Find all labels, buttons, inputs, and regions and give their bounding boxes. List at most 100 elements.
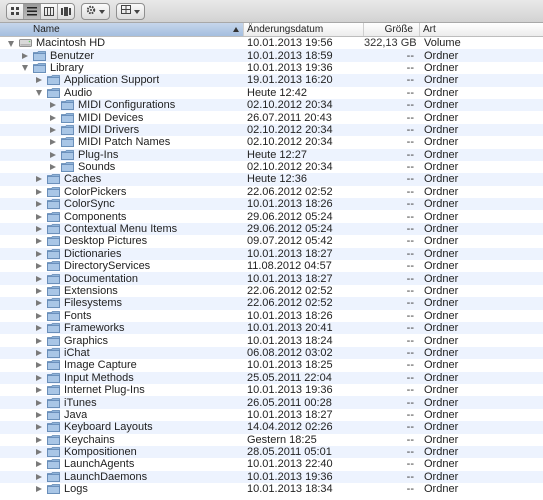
column-header-size[interactable]: Größe <box>364 23 420 36</box>
item-kind: Ordner <box>424 285 459 297</box>
table-row[interactable]: Image Capture 10.01.2013 18:25 -- Ordner <box>0 359 543 371</box>
disclosure-closed-icon[interactable] <box>50 126 56 133</box>
table-row[interactable]: MIDI Configurations 02.10.2012 20:34 -- Ord… <box>0 98 543 112</box>
table-row[interactable]: Application Support 19.01.2013 16:20 -- Ord… <box>0 74 543 87</box>
disclosure-closed-icon[interactable] <box>36 226 42 233</box>
view-mode-control <box>6 2 75 20</box>
table-row[interactable]: DirectoryServices 11.08.2012 04:57 -- Ordne… <box>0 260 543 272</box>
table-row[interactable]: Extensions 22.06.2012 02:52 -- Ordner <box>0 285 543 297</box>
disclosure-closed-icon[interactable] <box>50 139 56 146</box>
disclosure-closed-icon[interactable] <box>36 250 42 257</box>
list-view-icon[interactable] <box>24 3 41 19</box>
table-row[interactable]: Desktop Pictures 09.07.2012 05:42 -- Ordner <box>0 235 543 247</box>
table-row[interactable]: MIDI Devices 26.07.2011 20:43 -- Ordner <box>0 111 543 124</box>
disclosure-closed-icon[interactable] <box>50 102 56 109</box>
disclosure-closed-icon[interactable] <box>50 151 56 158</box>
column-header-kind[interactable]: Art <box>420 23 543 36</box>
disclosure-closed-icon[interactable] <box>36 436 42 443</box>
modified-date: 10.01.2013 18:26 <box>247 198 333 211</box>
item-name: ColorPickers <box>64 185 127 198</box>
action-menu-button[interactable] <box>81 2 110 20</box>
item-kind: Ordner <box>424 111 459 124</box>
table-row[interactable]: Fonts 10.01.2013 18:26 -- Ordner <box>0 310 543 322</box>
table-row[interactable]: LaunchAgents 10.01.2013 22:40 -- Ordner <box>0 458 543 470</box>
disclosure-closed-icon[interactable] <box>36 238 42 245</box>
disclosure-closed-icon[interactable] <box>36 387 42 394</box>
column-view-icon[interactable] <box>41 3 58 19</box>
folder-icon <box>47 372 60 383</box>
disclosure-closed-icon[interactable] <box>36 362 42 369</box>
table-row[interactable]: Keyboard Layouts 14.04.2012 02:26 -- Ordner <box>0 421 543 434</box>
table-row[interactable]: ColorPickers 22.06.2012 02:52 -- Ordner <box>0 186 543 198</box>
disclosure-closed-icon[interactable] <box>36 399 42 406</box>
table-row[interactable]: Graphics 10.01.2013 18:24 -- Ordner <box>0 334 543 347</box>
table-row[interactable]: iChat 06.08.2012 03:02 -- Ordner <box>0 346 543 360</box>
disclosure-closed-icon[interactable] <box>36 312 42 319</box>
disclosure-closed-icon[interactable] <box>36 411 42 418</box>
table-row[interactable]: Frameworks 10.01.2013 20:41 -- Ordner <box>0 321 543 335</box>
item-kind: Ordner <box>424 421 459 434</box>
modified-date: Heute 12:27 <box>247 148 307 161</box>
column-header-name[interactable]: Name <box>0 23 244 36</box>
disclosure-closed-icon[interactable] <box>36 188 42 195</box>
disclosure-closed-icon[interactable] <box>36 201 42 208</box>
column-header-bar: Name Änderungsdatum Größe Art <box>0 23 543 37</box>
table-row[interactable]: iTunes 26.05.2011 00:28 -- Ordner <box>0 396 543 409</box>
item-kind: Ordner <box>424 272 459 285</box>
modified-date: 10.01.2013 18:25 <box>247 359 333 372</box>
item-kind: Ordner <box>424 470 459 483</box>
disclosure-closed-icon[interactable] <box>36 337 42 344</box>
disclosure-closed-icon[interactable] <box>36 263 42 270</box>
table-row[interactable]: Plug-Ins Heute 12:27 -- Ordner <box>0 148 543 161</box>
disclosure-open-icon[interactable] <box>8 40 14 47</box>
table-row[interactable]: Filesystems 22.06.2012 02:52 -- Ordner <box>0 297 543 310</box>
disclosure-closed-icon[interactable] <box>36 449 42 456</box>
coverflow-view-icon[interactable] <box>58 3 74 19</box>
table-row[interactable]: Documentation 10.01.2013 18:27 -- Ordner <box>0 272 543 285</box>
table-row[interactable]: Internet Plug-Ins 10.01.2013 19:36 -- Ordne… <box>0 384 543 396</box>
modified-date: 22.06.2012 02:52 <box>247 185 333 198</box>
table-row[interactable]: MIDI Drivers 02.10.2012 20:34 -- Ordner <box>0 123 543 137</box>
icon-view-icon[interactable] <box>7 3 24 19</box>
disclosure-closed-icon[interactable] <box>36 424 42 431</box>
disclosure-closed-icon[interactable] <box>36 374 42 381</box>
column-header-date[interactable]: Änderungsdatum <box>244 23 364 36</box>
disclosure-closed-icon[interactable] <box>36 473 42 480</box>
table-row[interactable]: Audio Heute 12:42 -- Ordner <box>0 87 543 99</box>
table-row[interactable]: MIDI Patch Names 02.10.2012 20:34 -- Ordner <box>0 136 543 148</box>
disclosure-closed-icon[interactable] <box>36 275 42 282</box>
disclosure-closed-icon[interactable] <box>36 288 42 294</box>
disclosure-closed-icon[interactable] <box>50 164 56 171</box>
table-row[interactable]: Components 29.06.2012 05:24 -- Ordner <box>0 210 543 223</box>
table-row[interactable]: Contextual Menu Items 29.06.2012 05:24 -- O… <box>0 222 543 236</box>
table-row[interactable]: LaunchDaemons 10.01.2013 19:36 -- Ordner <box>0 470 543 484</box>
table-row[interactable]: Dictionaries 10.01.2013 18:27 -- Ordner <box>0 247 543 261</box>
disclosure-closed-icon[interactable] <box>36 461 42 468</box>
disclosure-closed-icon[interactable] <box>36 213 42 220</box>
table-row[interactable]: Keychains Gestern 18:25 -- Ordner <box>0 434 543 446</box>
modified-date: Heute 12:42 <box>247 86 307 99</box>
disclosure-closed-icon[interactable] <box>36 176 42 183</box>
disclosure-closed-icon[interactable] <box>36 486 42 493</box>
disclosure-closed-icon[interactable] <box>36 349 42 356</box>
table-row[interactable]: Java 10.01.2013 18:27 -- Ordner <box>0 409 543 421</box>
table-row[interactable]: Caches Heute 12:36 -- Ordner <box>0 173 543 186</box>
name-cell: iTunes <box>0 397 244 409</box>
table-row[interactable]: ColorSync 10.01.2013 18:26 -- Ordner <box>0 198 543 211</box>
table-row[interactable]: Logs 10.01.2013 18:34 -- Ordner <box>0 483 543 495</box>
disclosure-closed-icon[interactable] <box>36 300 42 307</box>
disclosure-open-icon[interactable] <box>22 65 28 72</box>
table-row[interactable]: Input Methods 25.05.2011 22:04 -- Ordner <box>0 371 543 384</box>
chevron-down-icon <box>134 5 140 17</box>
table-row[interactable]: Benutzer 10.01.2013 18:59 -- Ordner <box>0 49 543 62</box>
disclosure-open-icon[interactable] <box>36 90 42 97</box>
disclosure-closed-icon[interactable] <box>22 52 28 59</box>
table-row[interactable]: Library 10.01.2013 19:36 -- Ordner <box>0 62 543 74</box>
table-row[interactable]: Kompositionen 28.05.2011 05:01 -- Ordner <box>0 445 543 459</box>
arrange-menu-button[interactable] <box>116 2 145 20</box>
table-row[interactable]: Sounds 02.10.2012 20:34 -- Ordner <box>0 161 543 173</box>
disclosure-closed-icon[interactable] <box>36 77 42 84</box>
disclosure-closed-icon[interactable] <box>36 325 42 332</box>
table-row[interactable]: Macintosh HD 10.01.2013 19:56 322,13 GB Vol… <box>0 37 543 49</box>
disclosure-closed-icon[interactable] <box>50 114 56 121</box>
